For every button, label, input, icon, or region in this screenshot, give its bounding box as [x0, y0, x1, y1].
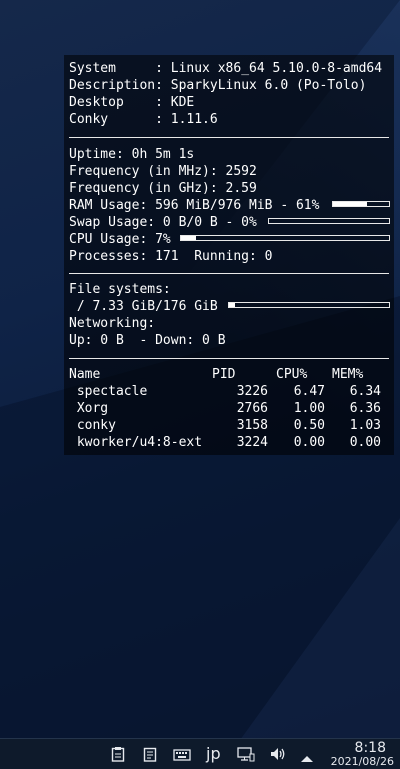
process-row: conky 3158 0.50 1.03	[69, 417, 389, 434]
process-name: spectacle	[69, 384, 148, 399]
process-mem: 6.34	[349, 384, 381, 399]
process-name: kworker/u4:8-ext	[69, 435, 203, 450]
clock-date[interactable]: 2021/08/26	[331, 755, 394, 768]
process-pid: 3224	[236, 435, 268, 450]
process-mem: 0.00	[349, 435, 381, 450]
process-cpu: 6.47	[293, 384, 325, 399]
keyboard-icon[interactable]	[173, 746, 191, 762]
clock-time[interactable]: 8:18	[355, 740, 386, 756]
clipboard-icon[interactable]	[110, 746, 128, 762]
file-systems-header: File systems:	[69, 282, 171, 297]
process-cpu: 0.00	[293, 435, 325, 450]
cpu-column-header: CPU%	[276, 367, 308, 382]
expand-tray-icon[interactable]	[300, 749, 318, 765]
notes-icon[interactable]	[142, 746, 160, 762]
conky-version-row: Conky : 1.11.6	[69, 112, 218, 127]
cpu-usage-row: CPU Usage: 7%	[69, 232, 171, 247]
divider	[69, 273, 389, 274]
mem-column-header: MEM%	[332, 367, 364, 382]
volume-icon[interactable]	[269, 746, 287, 762]
process-table-header: Name PID CPU% MEM%	[69, 366, 389, 383]
system-row: System : Linux x86_64 5.10.0-8-amd64	[69, 61, 383, 76]
process-pid: 3158	[236, 418, 268, 433]
cpu-usage-bar-fill	[181, 236, 196, 240]
process-row: spectacle 3226 6.47 6.34	[69, 383, 389, 400]
processes-row: Processes: 171 Running: 0	[69, 249, 273, 264]
cpu-usage-bar	[180, 235, 390, 241]
frequency-ghz-row: Frequency (in GHz): 2.59	[69, 181, 257, 196]
input-method-icon[interactable]: jp	[206, 744, 221, 763]
process-cpu: 1.00	[293, 401, 325, 416]
process-pid: 2766	[236, 401, 268, 416]
network-icon[interactable]	[237, 746, 255, 762]
process-pid: 3226	[236, 384, 268, 399]
ram-usage-bar-fill	[333, 202, 368, 206]
networking-header: Networking:	[69, 316, 156, 331]
process-mem: 1.03	[349, 418, 381, 433]
uptime-row: Uptime: 0h 5m 1s	[69, 147, 195, 162]
divider	[69, 137, 389, 138]
taskbar: jp 8:18 2021/08/26	[0, 738, 400, 769]
conky-widget: System : Linux x86_64 5.10.0-8-amd64 Des…	[64, 55, 394, 455]
ram-usage-bar	[332, 201, 390, 207]
swap-usage-row: Swap Usage: 0 B/0 B - 0%	[69, 215, 257, 230]
process-cpu: 0.50	[293, 418, 325, 433]
swap-usage-bar	[268, 218, 390, 224]
root-fs-bar-fill	[229, 303, 236, 307]
network-traffic-row: Up: 0 B - Down: 0 B	[69, 333, 226, 348]
process-mem: 6.36	[349, 401, 381, 416]
root-fs-bar	[228, 302, 390, 308]
frequency-mhz-row: Frequency (in MHz): 2592	[69, 164, 257, 179]
pid-column-header: PID	[212, 367, 236, 382]
divider	[69, 358, 389, 359]
name-column-header: Name	[69, 367, 101, 382]
process-row: kworker/u4:8-ext 3224 0.00 0.00	[69, 434, 389, 451]
root-fs-row: / 7.33 GiB/176 GiB	[69, 299, 218, 314]
process-name: conky	[69, 418, 116, 433]
ram-usage-row: RAM Usage: 596 MiB/976 MiB - 61%	[69, 198, 320, 213]
process-row: Xorg 2766 1.00 6.36	[69, 400, 389, 417]
desktop-row: Desktop : KDE	[69, 95, 195, 110]
process-name: Xorg	[69, 401, 109, 416]
description-row: Description: SparkyLinux 6.0 (Po-Tolo)	[69, 78, 367, 93]
